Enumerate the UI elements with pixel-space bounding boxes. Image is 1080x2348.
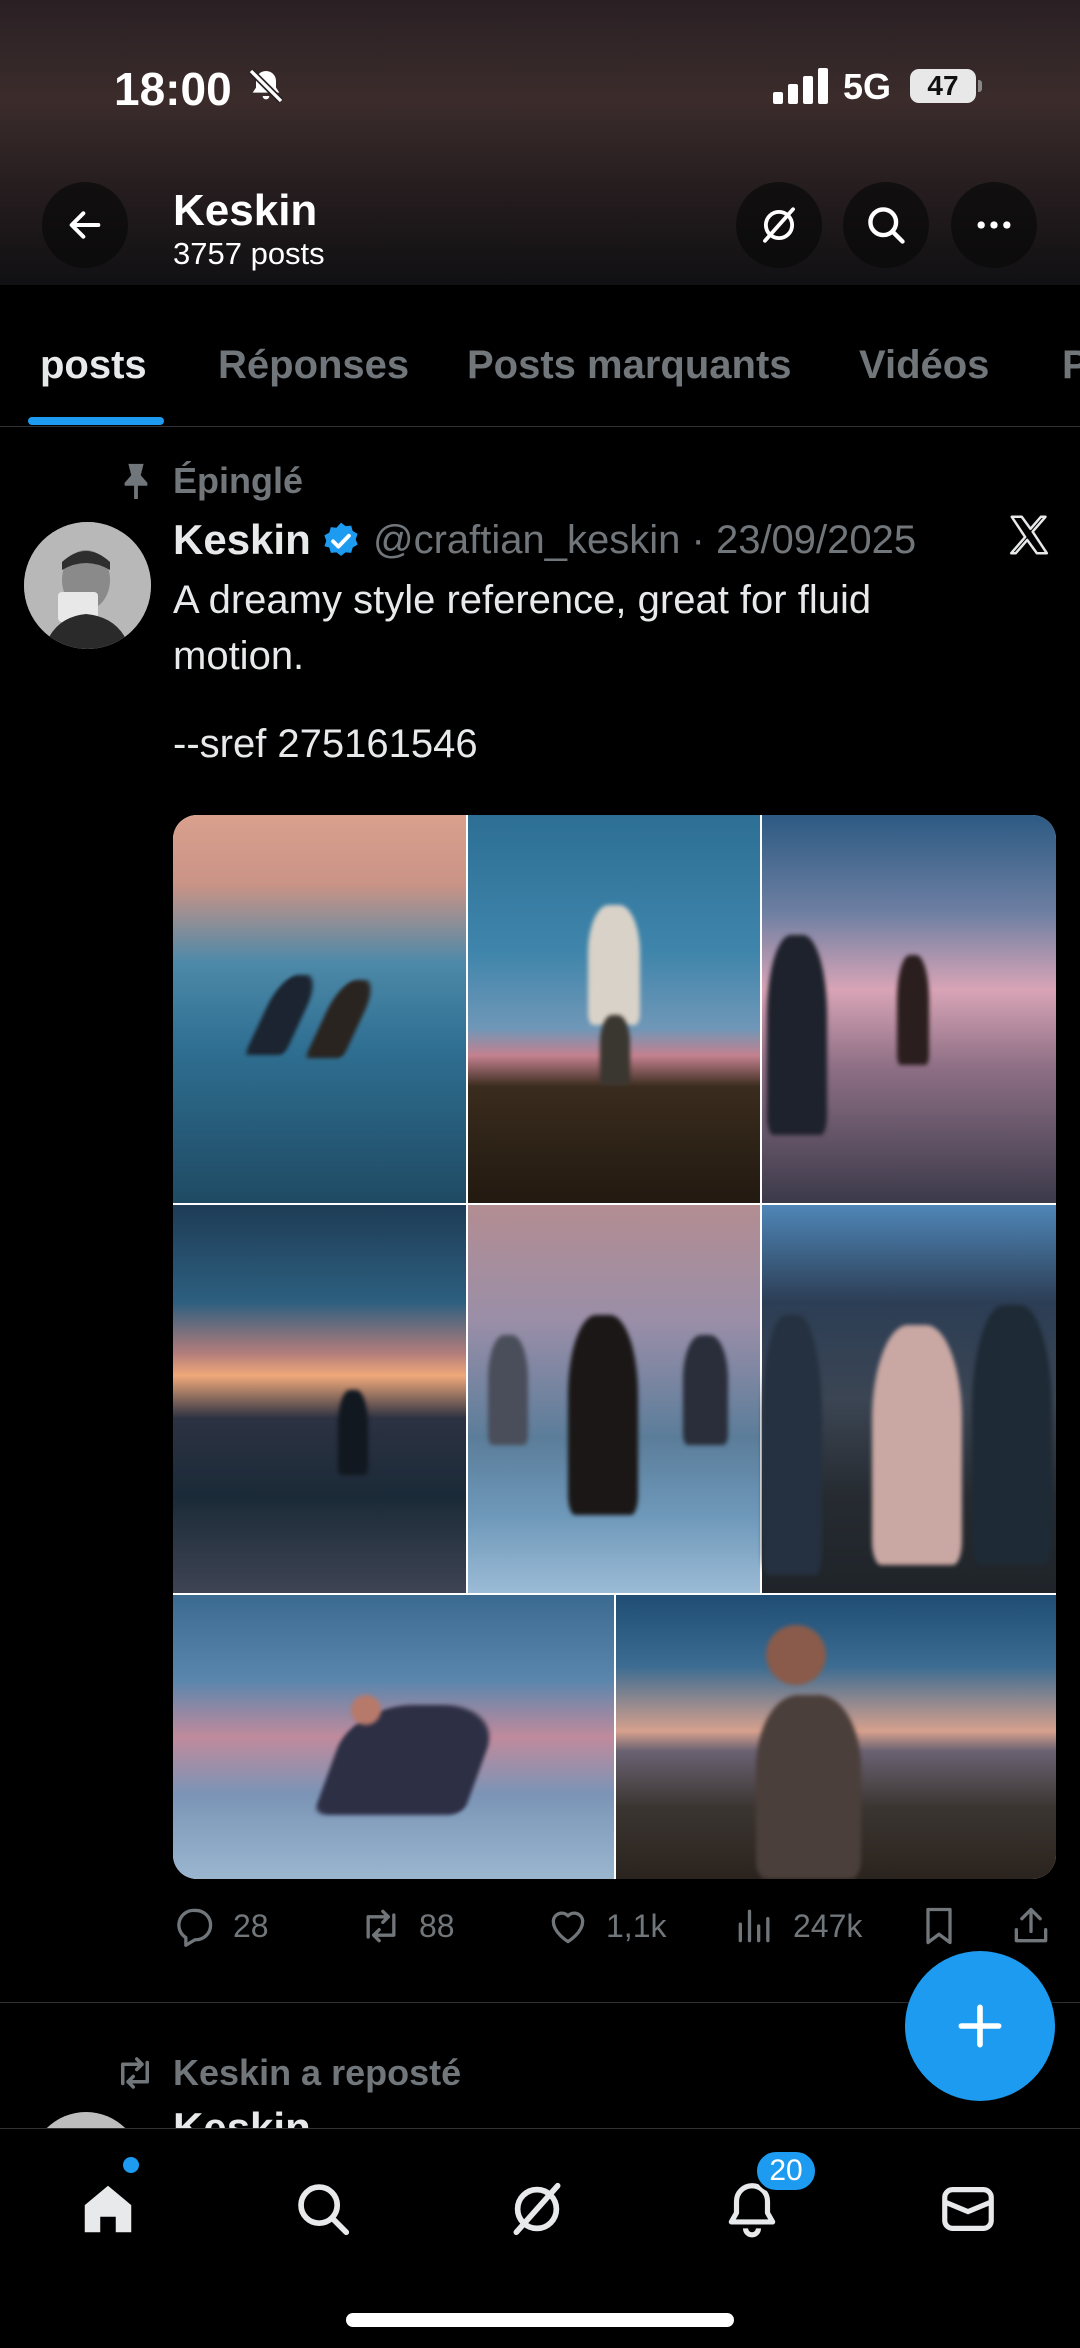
profile-header: 18:00 5G 47 Keskin 3757 posts (0, 0, 1080, 285)
grok-button[interactable] (736, 182, 822, 268)
tweet-author[interactable]: Keskin (173, 516, 311, 564)
tweet-text-line: --sref 275161546 (173, 722, 478, 766)
status-time: 18:00 (114, 63, 232, 115)
battery-level: 47 (927, 70, 959, 101)
profile-tabs: posts Réponses Posts marquants Vidéos P (0, 285, 1080, 427)
nav-grok[interactable] (497, 2169, 577, 2249)
share-button[interactable] (1009, 1898, 1053, 1954)
tweet-text-line: motion. (173, 634, 305, 678)
battery-icon: 47 (910, 69, 982, 103)
nav-messages[interactable] (928, 2169, 1008, 2249)
back-arrow-icon (69, 211, 101, 239)
tweet-author[interactable]: Keskin (173, 2108, 311, 2128)
more-icon (977, 221, 1011, 229)
bell-slash-icon (248, 68, 284, 104)
post-count: 3757 posts (173, 236, 325, 271)
compose-button[interactable] (905, 1951, 1055, 2101)
like-button[interactable]: 1,1k (546, 1898, 666, 1954)
repost-button[interactable]: 88 (359, 1898, 455, 1954)
search-button[interactable] (843, 182, 929, 268)
grok-icon (763, 207, 795, 243)
verified-icon (324, 522, 358, 556)
media-image[interactable] (468, 1205, 760, 1593)
search-icon (868, 207, 905, 244)
repost-count: 88 (419, 1907, 455, 1944)
media-image[interactable] (468, 815, 760, 1203)
media-image[interactable] (762, 1205, 1056, 1593)
tweet-handle-date[interactable]: @craftian_keskin · 23/09/2025 (373, 518, 916, 563)
views-button[interactable]: 247k (733, 1898, 862, 1954)
grok-icon (513, 2182, 561, 2236)
mail-icon (942, 2187, 994, 2231)
nav-home[interactable] (68, 2169, 148, 2249)
avatar[interactable] (30, 2112, 142, 2128)
media-image[interactable] (762, 815, 1056, 1203)
nav-search[interactable] (283, 2169, 363, 2249)
profile-name: Keskin (173, 186, 318, 235)
tab-highlights[interactable]: Posts marquants (467, 343, 792, 388)
back-button[interactable] (42, 182, 128, 268)
x-logo-icon (1009, 515, 1049, 555)
avatar[interactable] (24, 522, 151, 649)
reply-icon (177, 1908, 213, 1947)
tweet-actions: 28 88 1,1k 247k (173, 1898, 1053, 1954)
search-icon (298, 2184, 350, 2236)
home-indicator (346, 2313, 734, 2327)
notifications-badge: 20 (754, 2149, 818, 2193)
like-count: 1,1k (606, 1907, 667, 1944)
pinned-label: Épinglé (173, 460, 304, 501)
media-image[interactable] (173, 815, 466, 1203)
active-tab-indicator (28, 417, 164, 425)
like-icon (551, 1911, 585, 1944)
reply-button[interactable]: 28 (173, 1898, 269, 1954)
plus-icon (958, 2004, 1002, 2048)
media-image[interactable] (173, 1205, 466, 1593)
home-unread-dot (123, 2157, 139, 2173)
repost-label: Keskin a reposté (173, 2052, 462, 2093)
tweet-text-line: A dreamy style reference, great for flui… (173, 578, 872, 622)
share-icon (1014, 1907, 1048, 1943)
more-button[interactable] (951, 182, 1037, 268)
signal-icon (773, 68, 828, 104)
reply-count: 28 (233, 1907, 269, 1944)
tweet-text: A dreamy style reference, great for flui… (173, 572, 1053, 772)
home-icon (84, 2185, 132, 2233)
tab-posts[interactable]: posts (40, 343, 147, 388)
media-image[interactable] (173, 1595, 614, 1879)
bookmark-button[interactable] (917, 1898, 961, 1954)
views-count: 247k (793, 1907, 863, 1944)
repost-icon (121, 2057, 149, 2089)
status-bar: 18:00 5G 47 (0, 62, 1080, 115)
media-image[interactable] (616, 1595, 1056, 1879)
tab-videos[interactable]: Vidéos (859, 343, 989, 388)
pin-icon (124, 463, 148, 500)
next-tweet-peek: Keskin (0, 2108, 1080, 2128)
repost-icon (366, 1909, 396, 1943)
network-type: 5G (843, 66, 892, 107)
tab-photos[interactable]: P (1062, 343, 1080, 388)
views-icon (738, 1909, 770, 1943)
tab-replies[interactable]: Réponses (218, 343, 409, 388)
tweet-media-grid (173, 815, 1056, 1879)
avatar-photo (24, 522, 151, 649)
bookmark-icon (926, 1907, 952, 1945)
